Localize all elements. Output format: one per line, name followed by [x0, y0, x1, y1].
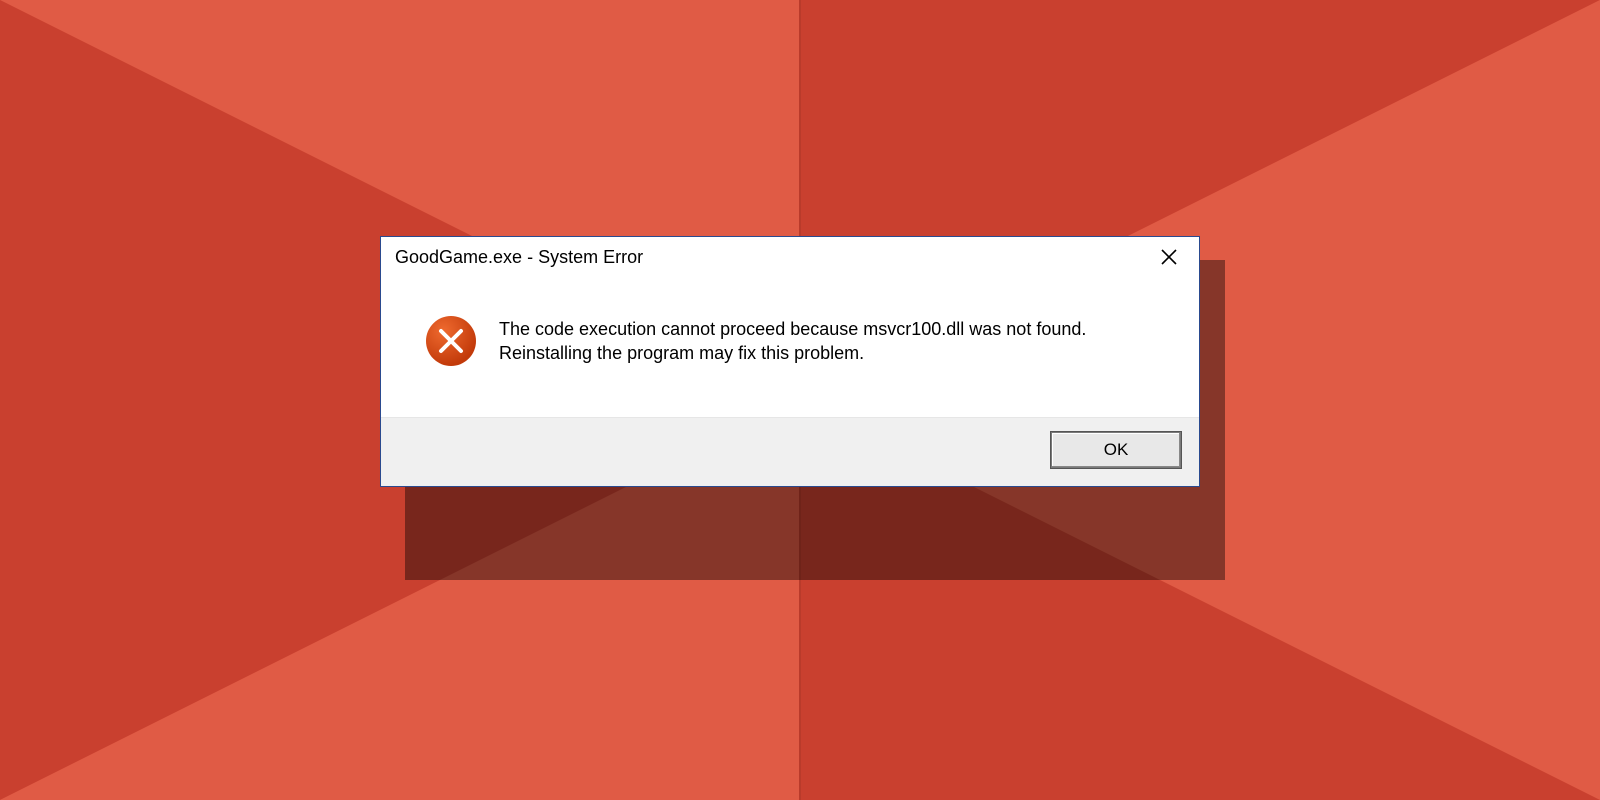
error-dialog: GoodGame.exe - System Error [380, 236, 1200, 487]
error-icon [425, 315, 477, 367]
ok-button[interactable]: OK [1051, 432, 1181, 468]
close-icon [1160, 248, 1178, 266]
button-bar: OK [381, 417, 1199, 486]
error-message: The code execution cannot proceed becaus… [499, 315, 1119, 366]
dialog-content: The code execution cannot proceed becaus… [381, 277, 1199, 417]
dialog-title: GoodGame.exe - System Error [395, 247, 643, 268]
close-button[interactable] [1151, 243, 1187, 271]
titlebar[interactable]: GoodGame.exe - System Error [381, 237, 1199, 277]
